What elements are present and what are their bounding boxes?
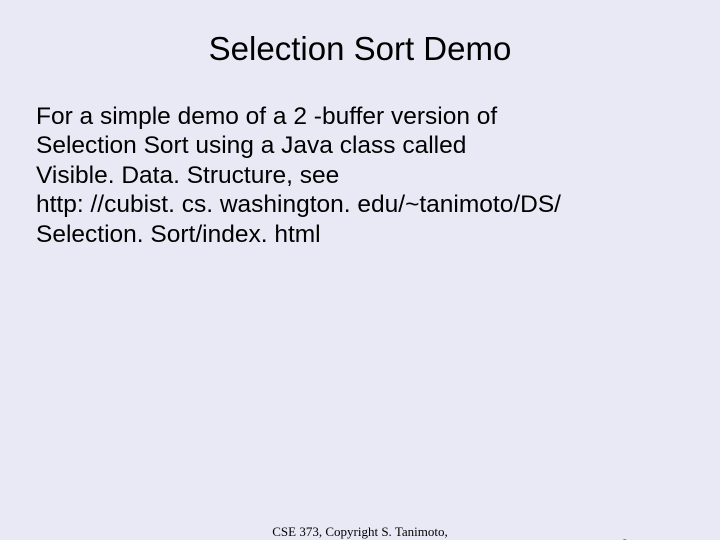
body-line: http: //cubist. cs. washington. edu/~tan… (36, 190, 690, 219)
body-line: Selection. Sort/index. html (36, 220, 690, 249)
slide-body: For a simple demo of a 2 -buffer version… (36, 102, 690, 249)
body-line: For a simple demo of a 2 -buffer version… (36, 102, 690, 131)
footer-line: CSE 373, Copyright S. Tanimoto, (0, 525, 720, 540)
body-line: Visible. Data. Structure, see (36, 161, 690, 190)
slide-title: Selection Sort Demo (0, 30, 720, 68)
footer-center: CSE 373, Copyright S. Tanimoto, 2001 Per… (0, 525, 720, 540)
page-number: 8 (622, 536, 629, 540)
body-line: Selection Sort using a Java class called (36, 131, 690, 160)
